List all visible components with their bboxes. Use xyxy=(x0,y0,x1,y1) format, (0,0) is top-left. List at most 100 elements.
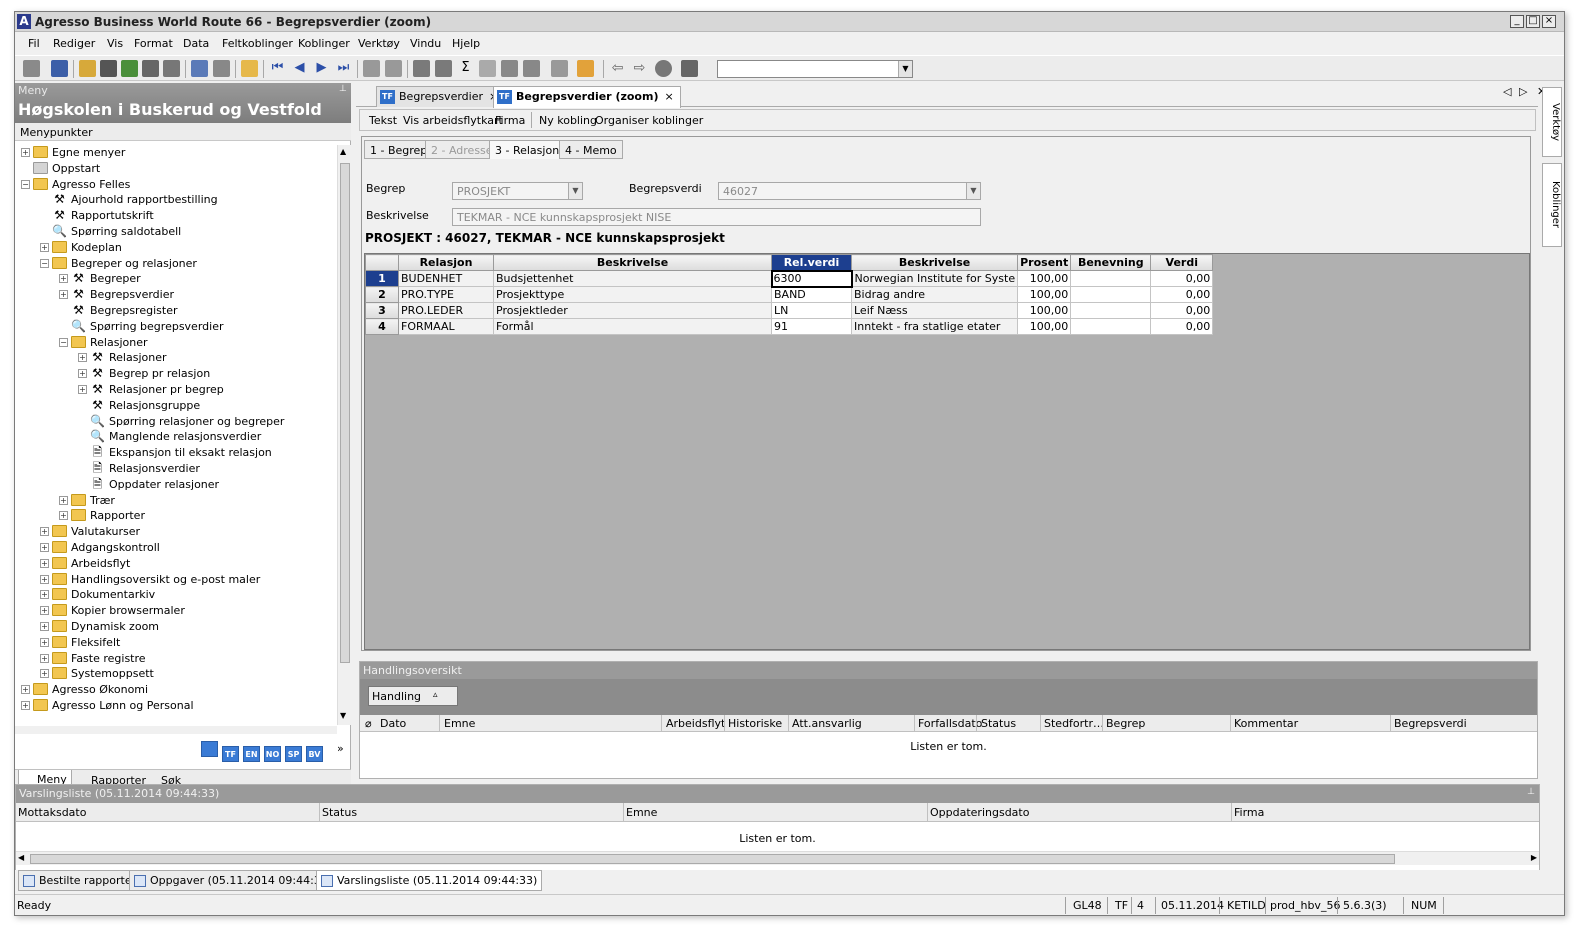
col-beskrivelse[interactable]: Beskrivelse xyxy=(493,254,772,271)
maximize-button[interactable]: □ xyxy=(1526,15,1540,28)
chevron-down-icon[interactable]: ▼ xyxy=(898,61,912,77)
menu-vindu[interactable]: Vindu xyxy=(410,37,441,50)
tab-varslingsliste[interactable]: Varslingsliste (05.11.2014 09:44:33) xyxy=(316,870,543,891)
menu-rediger[interactable]: Rediger xyxy=(53,37,95,50)
last-record-icon[interactable]: ⏭ xyxy=(335,60,352,77)
menu-data[interactable]: Data xyxy=(183,37,209,50)
flag-icon-globe[interactable] xyxy=(201,741,218,757)
pin-icon[interactable]: ⊥ xyxy=(339,84,347,94)
column-header[interactable]: Firma xyxy=(1234,806,1264,819)
first-record-icon[interactable]: ⏮ xyxy=(269,60,286,77)
expand-icon[interactable]: + xyxy=(21,685,30,695)
expand-icon[interactable]: + xyxy=(40,543,49,552)
flag-icon-sp[interactable]: SP xyxy=(285,746,302,762)
calendar-icon[interactable] xyxy=(681,60,698,77)
cell-verdi[interactable]: 0,00 xyxy=(1150,302,1214,319)
cell-benevning[interactable] xyxy=(1070,318,1152,335)
collapse-icon[interactable]: − xyxy=(59,337,68,347)
row-number[interactable]: 2 xyxy=(365,286,399,303)
col-relasjon[interactable]: Relasjon xyxy=(398,254,494,271)
filter-icon[interactable] xyxy=(163,60,180,77)
column-header[interactable]: Att.ansvarlig xyxy=(792,717,862,730)
expand-icon[interactable]: + xyxy=(40,242,49,252)
column-header[interactable]: Begrep xyxy=(1106,717,1145,730)
column-header[interactable]: Forfallsdato xyxy=(918,717,982,730)
cell-benevning[interactable] xyxy=(1070,286,1152,303)
firma-button[interactable]: Firma xyxy=(495,114,525,127)
tab-begrepsverdier-zoom[interactable]: TF Begrepsverdier (zoom) × xyxy=(493,86,681,108)
cell-relverdi[interactable]: LN xyxy=(771,302,852,319)
row-number[interactable]: 4 xyxy=(365,318,399,335)
delete-row-icon[interactable] xyxy=(213,60,230,77)
collapse-icon[interactable]: − xyxy=(21,179,30,189)
menu-fil[interactable]: Fil xyxy=(28,37,40,50)
paste-icon[interactable] xyxy=(385,60,402,77)
column-header[interactable]: Dato xyxy=(380,717,406,730)
cell-verdi[interactable]: 0,00 xyxy=(1150,270,1214,287)
side-tab-verktoy[interactable]: Verktøy xyxy=(1542,87,1562,157)
next-record-icon[interactable]: ▶ xyxy=(313,60,330,77)
column-header[interactable]: Historiske xyxy=(728,717,782,730)
col-prosent[interactable]: Prosent xyxy=(1017,254,1072,271)
scroll-up-icon[interactable]: ▲ xyxy=(340,147,346,156)
column-header[interactable]: Kommentar xyxy=(1234,717,1298,730)
tekst-button[interactable]: Tekst xyxy=(369,114,397,127)
organiser-koblinger-button[interactable]: Organiser koblinger xyxy=(595,114,703,127)
cell-prosent[interactable]: 100,00 xyxy=(1017,286,1072,303)
column-header[interactable]: Emne xyxy=(626,806,657,819)
col-relverdi[interactable]: Rel.verdi xyxy=(771,254,852,271)
menu-hjelp[interactable]: Hjelp xyxy=(452,37,480,50)
col-verdi[interactable]: Verdi xyxy=(1150,254,1214,271)
column-header[interactable]: Arbeidsflyt xyxy=(666,717,725,730)
cell-prosent[interactable]: 100,00 xyxy=(1017,270,1072,287)
flag-icon-tf[interactable]: TF xyxy=(222,746,239,762)
tree-scroll-thumb[interactable] xyxy=(340,163,350,663)
row-number[interactable]: 3 xyxy=(365,302,399,319)
chart-icon[interactable] xyxy=(435,60,452,77)
expand-icon[interactable]: + xyxy=(40,653,49,663)
expand-icon[interactable]: + xyxy=(40,669,49,679)
minimize-button[interactable]: _ xyxy=(1510,15,1524,28)
copy-icon[interactable] xyxy=(363,60,380,77)
pin-icon[interactable]: ⊥ xyxy=(1527,787,1535,797)
cell-benevning[interactable] xyxy=(1070,270,1152,287)
cell-relverdi[interactable]: 6300 xyxy=(770,269,853,288)
zoom-icon[interactable] xyxy=(142,60,159,77)
row-number[interactable]: 1 xyxy=(365,270,399,287)
scroll-right-icon[interactable]: ▶ xyxy=(1531,853,1537,862)
toolbar-search-combo[interactable]: ▼ xyxy=(717,60,913,78)
expand-icon[interactable]: + xyxy=(78,353,87,363)
vis-arbeidsflytkart-button[interactable]: Vis arbeidsflytkart xyxy=(403,114,503,127)
col-benevning[interactable]: Benevning xyxy=(1070,254,1152,271)
table-row[interactable]: 2 PRO.TYPE Prosjekttype BAND Bidrag andre 100… xyxy=(365,286,1214,303)
expand-icon[interactable]: + xyxy=(21,148,30,157)
flag-icon-en[interactable]: EN xyxy=(243,746,260,762)
menu-format[interactable]: Format xyxy=(134,37,173,50)
tree-scrollbar[interactable]: ▲ ▼ xyxy=(337,145,351,725)
insert-row-icon[interactable] xyxy=(191,60,208,77)
tab-scroll-right-icon[interactable]: ▷ xyxy=(1519,85,1527,98)
preview-icon[interactable] xyxy=(501,60,518,77)
expand-icon[interactable]: + xyxy=(21,701,30,710)
column-header[interactable]: Status xyxy=(981,717,1016,730)
expand-icon[interactable]: + xyxy=(40,606,49,616)
tab-begrep[interactable]: 1 - Begrep xyxy=(364,140,434,159)
cell-relverdi[interactable]: 91 xyxy=(771,318,852,335)
expand-icon[interactable]: + xyxy=(59,511,68,521)
sum-icon[interactable]: Σ xyxy=(457,60,474,77)
forward-icon[interactable]: ⇨ xyxy=(631,60,648,77)
table-row[interactable]: 1 BUDENHET Budsjettenhet 6300 Norwegian Inst… xyxy=(365,269,1214,288)
export-icon[interactable] xyxy=(551,60,568,77)
cell-verdi[interactable]: 0,00 xyxy=(1150,318,1214,335)
hscroll-thumb[interactable] xyxy=(30,854,1395,864)
table-row[interactable]: 4 FORMAAL Formål 91 Inntekt - fra statlige e… xyxy=(365,318,1214,335)
expand-icon[interactable]: + xyxy=(59,274,68,284)
column-header[interactable]: Oppdateringsdato xyxy=(930,806,1029,819)
cell-benevning[interactable] xyxy=(1070,302,1152,319)
menu-verktoy[interactable]: Verktøy xyxy=(358,37,400,50)
print-icon[interactable] xyxy=(23,60,40,77)
cell-prosent[interactable]: 100,00 xyxy=(1017,302,1072,319)
scroll-down-icon[interactable]: ▼ xyxy=(340,711,346,720)
expand-icon[interactable]: + xyxy=(40,558,49,568)
expand-icon[interactable]: + xyxy=(40,637,49,647)
